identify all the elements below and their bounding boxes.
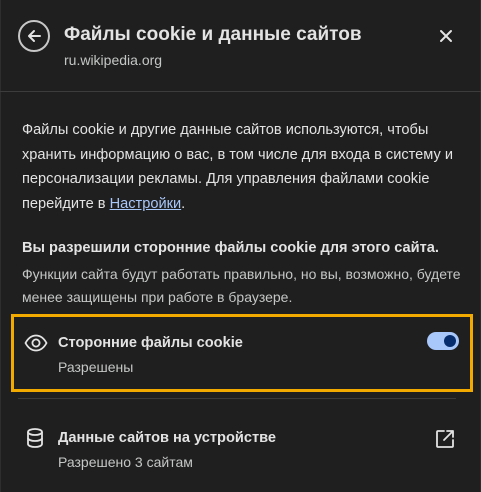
back-button[interactable]	[18, 20, 50, 52]
third-party-cookies-label: Сторонние файлы cookie	[58, 335, 243, 351]
panel-border	[0, 0, 1, 492]
header-divider	[0, 91, 481, 92]
notice-title: Вы разрешили сторонние файлы cookie для …	[22, 240, 439, 256]
description-end: .	[181, 195, 186, 212]
settings-link[interactable]: Настройки	[110, 196, 182, 212]
third-party-cookies-toggle[interactable]	[427, 332, 459, 350]
site-data-label: Данные сайтов на устройстве	[58, 430, 277, 446]
toggle-knob	[444, 335, 456, 347]
description-text: Файлы cookie и другие данные сайтов испо…	[22, 122, 453, 212]
site-settings-panel: Файлы cookie и данные сайтов ru.wikipedi…	[0, 0, 481, 492]
external-link-icon[interactable]	[434, 428, 456, 450]
site-data-status: Разрешено 3 сайтам	[58, 454, 193, 470]
close-button[interactable]	[434, 24, 458, 48]
notice-body: Функции сайта будут работать правильно, …	[22, 266, 461, 305]
page-title: Файлы cookie и данные сайтов	[64, 24, 362, 45]
cookie-description: Файлы cookie и другие данные сайтов испо…	[22, 118, 462, 216]
database-icon	[27, 428, 43, 448]
section-divider	[18, 398, 456, 399]
third-party-cookies-status: Разрешены	[58, 359, 134, 375]
close-icon	[440, 30, 452, 42]
third-party-cookies-row[interactable]: Сторонние файлы cookie Разрешены	[14, 317, 470, 389]
site-data-row[interactable]: Данные сайтов на устройстве Разрешено 3 …	[14, 414, 470, 476]
site-origin: ru.wikipedia.org	[64, 52, 163, 68]
eye-icon	[24, 334, 48, 352]
arrow-left-icon	[28, 30, 41, 42]
